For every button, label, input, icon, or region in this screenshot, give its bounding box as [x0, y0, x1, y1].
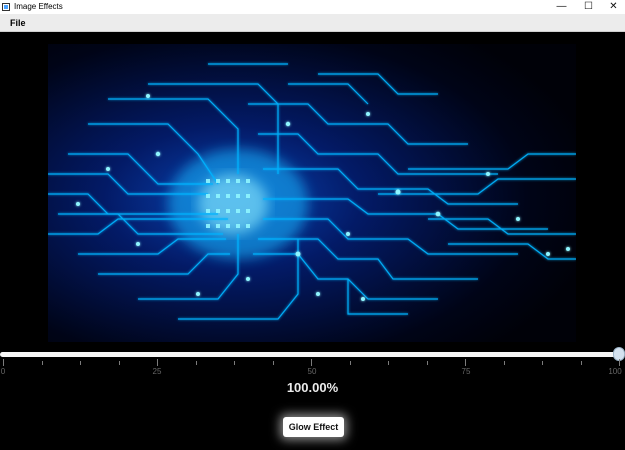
title-bar: Image Effects — ☐ ✕: [0, 0, 625, 14]
main-content: 0 25 50 75 100 100.00% Glow Effect: [0, 32, 625, 450]
slider-tick: [542, 361, 543, 365]
menu-file[interactable]: File: [8, 14, 28, 32]
maximize-icon[interactable]: ☐: [575, 0, 602, 14]
slider-tick: [311, 359, 312, 366]
close-icon[interactable]: ✕: [600, 0, 625, 14]
slider-tick: [349, 361, 351, 365]
slider-tick: [580, 361, 582, 365]
slider-tick: [157, 359, 158, 366]
slider-value-readout: 100.00%: [286, 380, 339, 395]
tick-label: 50: [307, 367, 317, 376]
window-title: Image Effects: [14, 2, 63, 11]
app-icon: [2, 3, 10, 11]
tick-label: 25: [152, 367, 162, 376]
slider-tick: [503, 361, 505, 365]
slider-track[interactable]: [0, 352, 625, 357]
slider-tick: [118, 361, 120, 365]
glow-effect-button[interactable]: Glow Effect: [283, 417, 344, 437]
tick-label: 100: [608, 367, 622, 376]
slider-tick-labels: 0 25 50 75 100: [0, 367, 625, 381]
tick-label: 75: [461, 367, 471, 376]
slider-tick: [195, 361, 197, 365]
menu-bar: File: [0, 14, 625, 32]
slider-tick: [272, 361, 274, 365]
slider-tick: [619, 359, 620, 366]
slider-tick: [80, 361, 81, 365]
slider-tick: [3, 359, 4, 366]
slider-tick: [234, 361, 235, 365]
effect-image: [48, 44, 576, 342]
intensity-slider[interactable]: [0, 347, 625, 361]
slider-tick: [388, 361, 389, 365]
slider-tick: [465, 359, 466, 366]
slider-tick: [426, 361, 428, 365]
slider-tick: [41, 361, 43, 365]
minimize-icon[interactable]: —: [548, 0, 575, 14]
tick-label: 0: [0, 367, 6, 376]
circuit-board-image: [48, 44, 576, 342]
